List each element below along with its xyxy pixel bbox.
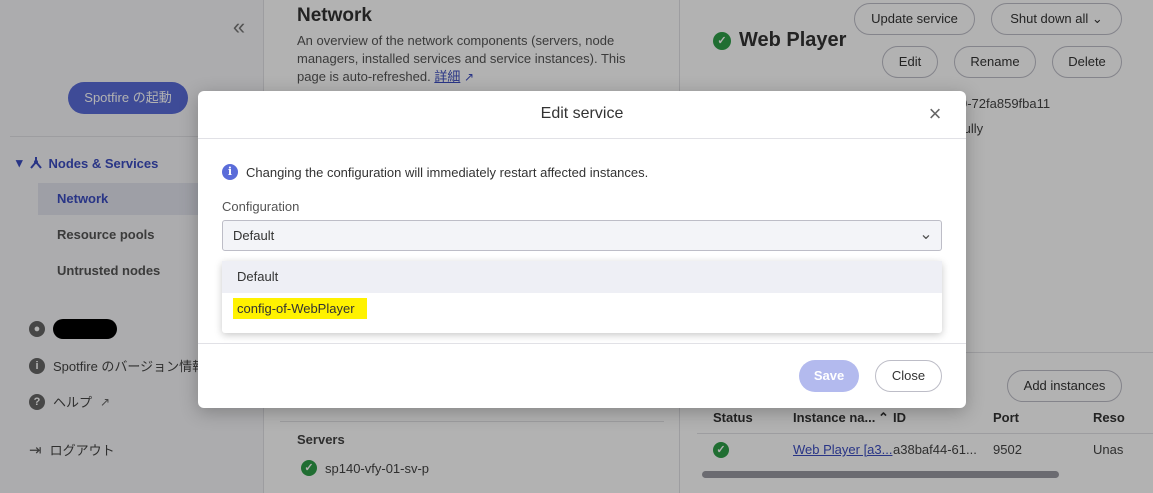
option-default[interactable]: Default <box>222 261 942 293</box>
dialog-title: Edit service <box>540 105 624 122</box>
dialog-header-divider <box>198 138 966 139</box>
close-button[interactable]: Close <box>875 360 942 392</box>
configuration-options-list: Default config-of-WebPlayer <box>222 261 942 333</box>
configuration-select[interactable]: Default ⌄ <box>222 220 942 251</box>
info-text: Changing the configuration will immediat… <box>246 164 649 180</box>
close-icon[interactable]: × <box>924 101 946 127</box>
option-label: config-of-WebPlayer <box>233 298 367 319</box>
info-icon: i <box>222 164 238 180</box>
configuration-label: Configuration <box>222 199 300 214</box>
option-label: Default <box>237 269 279 284</box>
chevron-down-icon: ⌄ <box>919 226 933 243</box>
save-button[interactable]: Save <box>799 360 859 392</box>
option-config-of-webplayer[interactable]: config-of-WebPlayer <box>222 293 942 325</box>
selected-value: Default <box>233 228 275 243</box>
dialog-footer-divider <box>198 343 966 344</box>
info-message: i Changing the configuration will immedi… <box>222 164 648 180</box>
edit-service-dialog: Edit service × i Changing the configurat… <box>198 91 966 408</box>
